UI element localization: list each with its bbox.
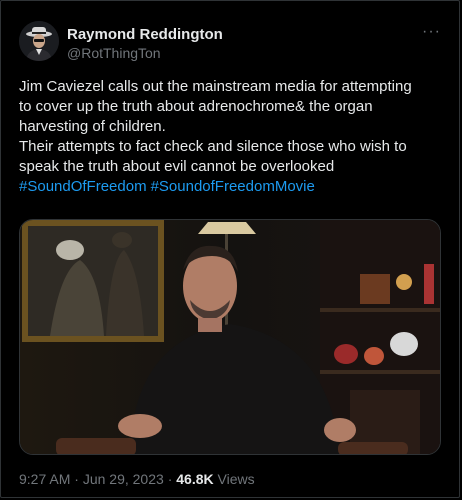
hashtag-row: #SoundOfFreedom #SoundofFreedomMovie	[19, 177, 439, 197]
tweet-text-line: harvesting of children.	[19, 118, 166, 135]
tweet-video[interactable]	[19, 219, 441, 455]
author-display-name[interactable]: Raymond Reddington	[67, 25, 223, 44]
views-label: Views	[217, 471, 255, 487]
hashtag-link[interactable]: #SoundofFreedomMovie	[151, 178, 315, 195]
views-count: 46.8K	[176, 471, 214, 487]
author-names: Raymond Reddington @RotThingTon	[67, 25, 223, 63]
tweet-text: Jim Caviezel calls out the mainstream me…	[19, 77, 439, 197]
tweet-header: Raymond Reddington @RotThingTon ···	[19, 21, 445, 65]
tweet-date[interactable]: Jun 29, 2023	[83, 471, 164, 487]
meta-separator: ·	[74, 471, 79, 487]
hashtag-link[interactable]: #SoundOfFreedom	[19, 178, 147, 195]
meta-separator: ·	[167, 471, 173, 487]
tweet-meta: 9:27 AM · Jun 29, 2023 · 46.8K Views	[19, 471, 255, 487]
tweet-text-line: to cover up the truth about adrenochrome…	[19, 98, 373, 115]
tweet-time[interactable]: 9:27 AM	[19, 471, 70, 487]
video-thumbnail	[20, 220, 440, 454]
more-horizontal-icon[interactable]: ···	[422, 23, 441, 41]
tweet-text-line: Their attempts to fact check and silence…	[19, 138, 407, 155]
tweet-text-line: Jim Caviezel calls out the mainstream me…	[19, 78, 412, 95]
author-handle[interactable]: @RotThingTon	[67, 44, 223, 63]
avatar-man-in-fedora-icon	[19, 21, 59, 61]
tweet-text-line: speak the truth about evil cannot be ove…	[19, 158, 335, 175]
avatar[interactable]	[19, 21, 59, 61]
tweet-card[interactable]: Raymond Reddington @RotThingTon ··· Jim …	[0, 0, 460, 498]
